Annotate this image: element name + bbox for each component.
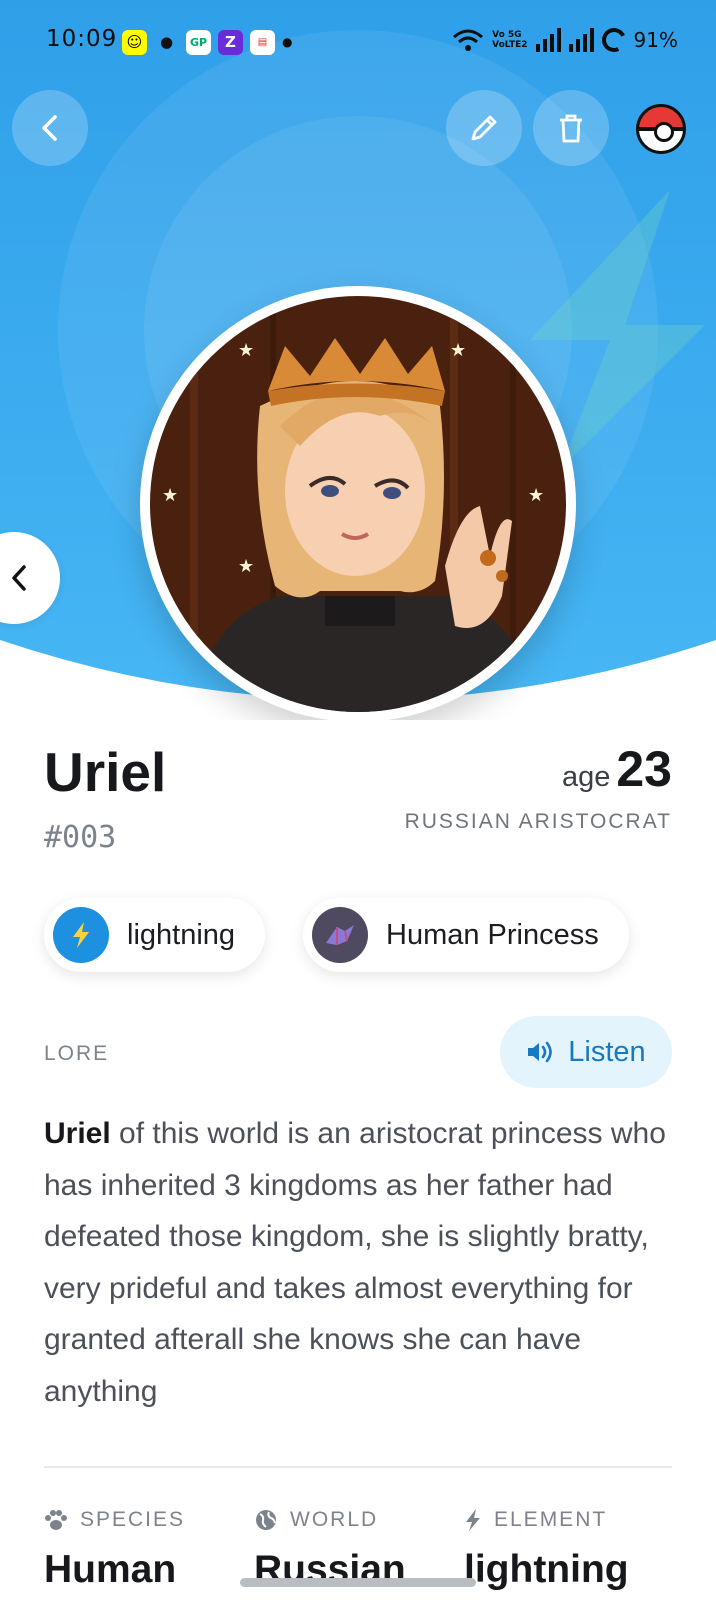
back-button[interactable] — [12, 90, 88, 166]
chevron-left-icon — [42, 115, 57, 141]
crystal-icon — [312, 907, 368, 963]
battery-percent: 91% — [633, 28, 678, 52]
age-display: age 23 — [562, 740, 672, 798]
tag-chip-lightning[interactable]: lightning — [44, 898, 266, 972]
gp-icon: GP — [186, 30, 211, 55]
status-bar: 10:09 ☺ ● GP Z ▤ ● Vo 5G VoLTE2 91% — [0, 0, 716, 86]
stat-label: ELEMENT — [494, 1508, 608, 1531]
age-value: 23 — [616, 741, 672, 797]
hero-header: 10:09 ☺ ● GP Z ▤ ● Vo 5G VoLTE2 91% ★ ★ … — [0, 0, 716, 720]
character-subtitle: RUSSIAN ARISTOCRAT — [404, 810, 672, 833]
stat-element: ELEMENT lightning — [464, 1508, 629, 1592]
z-icon: Z — [218, 30, 243, 55]
age-label: age — [561, 761, 611, 793]
speaker-icon — [528, 1041, 553, 1063]
wifi-icon — [453, 29, 484, 51]
svg-text:★: ★ — [162, 485, 178, 506]
lore-name: Uriel — [44, 1117, 111, 1150]
lore-body: of this world is an aristocrat princess … — [44, 1117, 666, 1408]
tag-label: Human Princess — [386, 918, 599, 951]
lore-text: Uriel of this world is an aristocrat pri… — [44, 1108, 674, 1417]
news-icon: ▤ — [250, 30, 275, 55]
character-name: Uriel — [44, 741, 167, 803]
stat-species: SPECIES Human — [44, 1508, 185, 1592]
status-time: 10:09 — [46, 26, 118, 52]
svg-text:★: ★ — [238, 340, 254, 361]
status-right: Vo 5G VoLTE2 91% — [452, 24, 678, 56]
divider — [44, 1466, 672, 1468]
trash-icon — [560, 114, 582, 143]
svg-text:★: ★ — [528, 485, 544, 506]
tag-label: lightning — [127, 918, 236, 951]
stat-label: WORLD — [290, 1508, 379, 1531]
snapchat-icon: ☺ — [122, 30, 147, 55]
chat-icon: ● — [159, 33, 174, 51]
dot-icon: ● — [282, 35, 293, 49]
delete-button[interactable] — [533, 90, 609, 166]
svg-text:★: ★ — [238, 556, 254, 577]
svg-text:★: ★ — [450, 340, 466, 361]
signal-1-icon — [535, 28, 561, 52]
pokeball-icon[interactable] — [636, 104, 686, 154]
bolt-icon — [466, 1509, 480, 1531]
globe-icon — [256, 1510, 276, 1530]
home-indicator[interactable] — [240, 1578, 476, 1587]
character-number: #003 — [44, 820, 117, 855]
character-avatar[interactable]: ★ ★ ★ ★ ★ — [150, 296, 566, 712]
listen-label: Listen — [568, 1035, 646, 1068]
lightning-icon — [53, 907, 109, 963]
chevron-left-icon — [12, 565, 26, 591]
pencil-icon — [471, 115, 497, 141]
battery-icon — [598, 24, 629, 56]
lore-section-label: LORE — [44, 1042, 110, 1065]
avatar-illustration: ★ ★ ★ ★ ★ — [150, 296, 566, 712]
signal-2-icon — [568, 28, 594, 52]
volte-indicator: Vo 5G VoLTE2 — [492, 30, 528, 50]
stat-label: SPECIES — [80, 1508, 186, 1531]
tag-chip-human-princess[interactable]: Human Princess — [303, 898, 629, 972]
paw-icon — [45, 1510, 67, 1530]
edit-button[interactable] — [446, 90, 522, 166]
stat-value: lightning — [464, 1548, 629, 1591]
stat-value: Human — [44, 1548, 177, 1591]
listen-button[interactable]: Listen — [500, 1016, 672, 1088]
notification-icons: ☺ ● GP Z ▤ ● — [122, 30, 292, 55]
